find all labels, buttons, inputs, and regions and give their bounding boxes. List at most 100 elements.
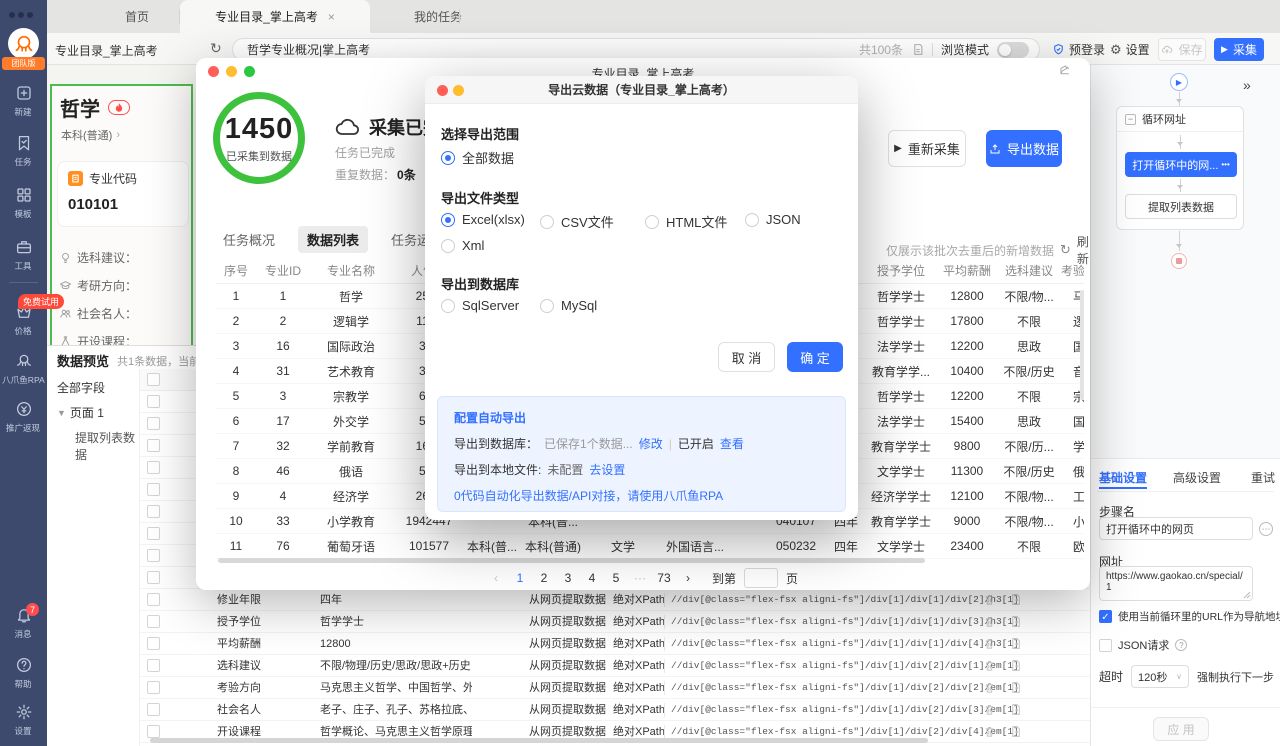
radio-Xml[interactable]: Xml [441, 238, 484, 253]
tab-任务概况[interactable]: 任务概况 [214, 226, 284, 253]
modify-link[interactable]: 修改 [639, 435, 663, 452]
export-data-button[interactable]: 导出数据 [986, 130, 1062, 167]
free-trial-badge[interactable]: 免费试用 [18, 294, 64, 309]
table-vscrollbar[interactable] [1080, 290, 1084, 400]
field-row[interactable]: 授予学位哲学学士从网页提取数据绝对XPath//div[@class="flex… [140, 611, 1090, 633]
json-request-checkbox[interactable] [1099, 639, 1112, 652]
export-doc-icon[interactable] [1009, 615, 1022, 628]
row-checkbox[interactable] [147, 703, 160, 716]
sidebar-item-推广返现[interactable]: 推广返现 [0, 400, 47, 434]
page-prev[interactable]: ‹ [488, 571, 504, 585]
sidebar-item-消息[interactable]: 消息 [0, 606, 47, 640]
trash-icon[interactable] [983, 615, 996, 628]
resize-handle-icon[interactable] [1243, 591, 1251, 599]
field-row[interactable]: 修业年限四年从网页提取数据绝对XPath//div[@class="flex-f… [140, 589, 1090, 611]
tab-close-icon[interactable]: × [328, 10, 335, 24]
row-checkbox[interactable] [147, 417, 160, 430]
row-checkbox[interactable] [147, 505, 160, 518]
loop-url-step[interactable]: − 循环网址 打开循环中的网... ••• 提取列表数据 [1116, 106, 1244, 230]
export-doc-icon[interactable] [1009, 637, 1022, 650]
table-row[interactable]: 1176葡萄牙语101577本科(普...本科(普通)文学外国语言...0502… [216, 534, 1084, 559]
row-checkbox[interactable] [147, 483, 160, 496]
trash-icon[interactable] [983, 659, 996, 672]
cancel-button[interactable]: 取 消 [718, 342, 775, 372]
tree-extract-list[interactable]: 提取列表数据 [75, 429, 139, 463]
export-doc-icon[interactable] [1009, 593, 1022, 606]
use-loop-url-checkbox[interactable]: ✓ [1099, 610, 1112, 623]
trash-icon[interactable] [983, 637, 996, 650]
radio-MySql[interactable]: MySql [540, 298, 597, 313]
preview-hscrollbar[interactable] [150, 738, 928, 743]
tab-首页[interactable]: 首页 [94, 0, 180, 33]
sidebar-item-新建[interactable]: 新建 [0, 84, 47, 118]
row-checkbox[interactable] [147, 461, 160, 474]
auto-export-config-link[interactable]: 配置自动导出 [454, 409, 526, 426]
window-close-dot[interactable] [9, 12, 15, 18]
window-min-dot[interactable] [18, 12, 24, 18]
field-row[interactable]: 考验方向马克思主义哲学、中国哲学、外国...从网页提取数据绝对XPath//di… [140, 677, 1090, 699]
row-checkbox[interactable] [147, 593, 160, 606]
collect-button[interactable]: ▶ 采集 [1214, 38, 1264, 61]
modal-close-button[interactable] [437, 85, 448, 96]
radio-Excel(xlsx)[interactable]: Excel(xlsx) [441, 212, 525, 227]
refresh-icon[interactable]: ↻ [1060, 242, 1071, 258]
save-button[interactable]: 保存 [1158, 38, 1206, 61]
field-row[interactable]: 选科建议不限/物理/历史/思政/思政+历史从网页提取数据绝对XPath//div… [140, 655, 1090, 677]
prelogin-button[interactable]: 预登录 [1052, 41, 1105, 58]
url-textarea[interactable]: https://www.gaokao.cn/special/1 [1099, 566, 1253, 601]
row-checkbox[interactable] [147, 439, 160, 452]
radio-JSON[interactable]: JSON [745, 212, 801, 227]
tab-专业目录_掌上高考[interactable]: 专业目录_掌上高考× [180, 0, 370, 33]
timeout-select[interactable]: 120秒 ∨ [1131, 665, 1189, 688]
recollect-button[interactable]: ▶ 重新采集 [888, 130, 966, 167]
table-hscrollbar[interactable] [218, 558, 925, 563]
collapse-loop-icon[interactable]: − [1125, 114, 1136, 125]
row-checkbox[interactable] [147, 681, 160, 694]
tab-数据列表[interactable]: 数据列表 [298, 226, 368, 253]
sidebar-item-设置[interactable]: 设置 [0, 703, 47, 737]
radio-全部数据[interactable]: 全部数据 [441, 148, 514, 167]
page-1[interactable]: 1 [512, 571, 528, 585]
goto-page-input[interactable] [744, 568, 778, 588]
select-all-checkbox[interactable] [147, 373, 160, 386]
row-checkbox[interactable] [147, 395, 160, 408]
window-max-dot[interactable] [27, 12, 33, 18]
radio-HTML文件[interactable]: HTML文件 [645, 212, 727, 231]
field-row[interactable]: 平均薪酬12800从网页提取数据绝对XPath//div[@class="fle… [140, 633, 1090, 655]
apply-button[interactable]: 应 用 [1153, 717, 1209, 741]
octoparse-logo[interactable] [8, 28, 39, 59]
settings-tab-基础设置[interactable]: 基础设置 [1099, 469, 1147, 486]
page-ellipsis[interactable]: ··· [632, 571, 648, 585]
export-doc-icon[interactable] [1009, 703, 1022, 716]
sidebar-item-八爪鱼RPA[interactable]: 八爪鱼RPA [0, 352, 47, 386]
extract-list-step-button[interactable]: 提取列表数据 [1125, 194, 1237, 219]
radio-CSV文件[interactable]: CSV文件 [540, 212, 614, 231]
edit-icon[interactable] [1059, 64, 1072, 77]
trash-icon[interactable] [983, 725, 996, 738]
tree-page-1[interactable]: ▼ 页面 1 [57, 404, 104, 421]
help-circle-icon[interactable]: ? [1175, 639, 1187, 651]
page-73[interactable]: 73 [656, 571, 672, 585]
step-name-input[interactable] [1099, 517, 1253, 540]
page-2[interactable]: 2 [536, 571, 552, 585]
row-checkbox[interactable] [147, 725, 160, 738]
trash-icon[interactable] [983, 681, 996, 694]
trash-icon[interactable] [983, 593, 996, 606]
row-checkbox[interactable] [147, 549, 160, 562]
open-url-step-button[interactable]: 打开循环中的网... ••• [1125, 152, 1237, 177]
row-checkbox[interactable] [147, 571, 160, 584]
field-row[interactable]: 社会名人老子、庄子、孔子、苏格拉底、柏...从网页提取数据绝对XPath//di… [140, 699, 1090, 721]
export-doc-icon[interactable] [1009, 725, 1022, 738]
doc-count-icon[interactable] [911, 43, 924, 56]
sidebar-item-帮助[interactable]: 帮助 [0, 656, 47, 690]
page-next[interactable]: › [680, 571, 696, 585]
settings-button[interactable]: ⚙ 设置 [1110, 41, 1150, 58]
page-3[interactable]: 3 [560, 571, 576, 585]
page-4[interactable]: 4 [584, 571, 600, 585]
page-5[interactable]: 5 [608, 571, 624, 585]
radio-SqlServer[interactable]: SqlServer [441, 298, 519, 313]
view-link[interactable]: 查看 [720, 435, 744, 452]
api-icon[interactable]: ⋯ [1259, 522, 1273, 536]
collapse-panel-icon[interactable]: » [1243, 77, 1251, 93]
export-doc-icon[interactable] [1009, 681, 1022, 694]
